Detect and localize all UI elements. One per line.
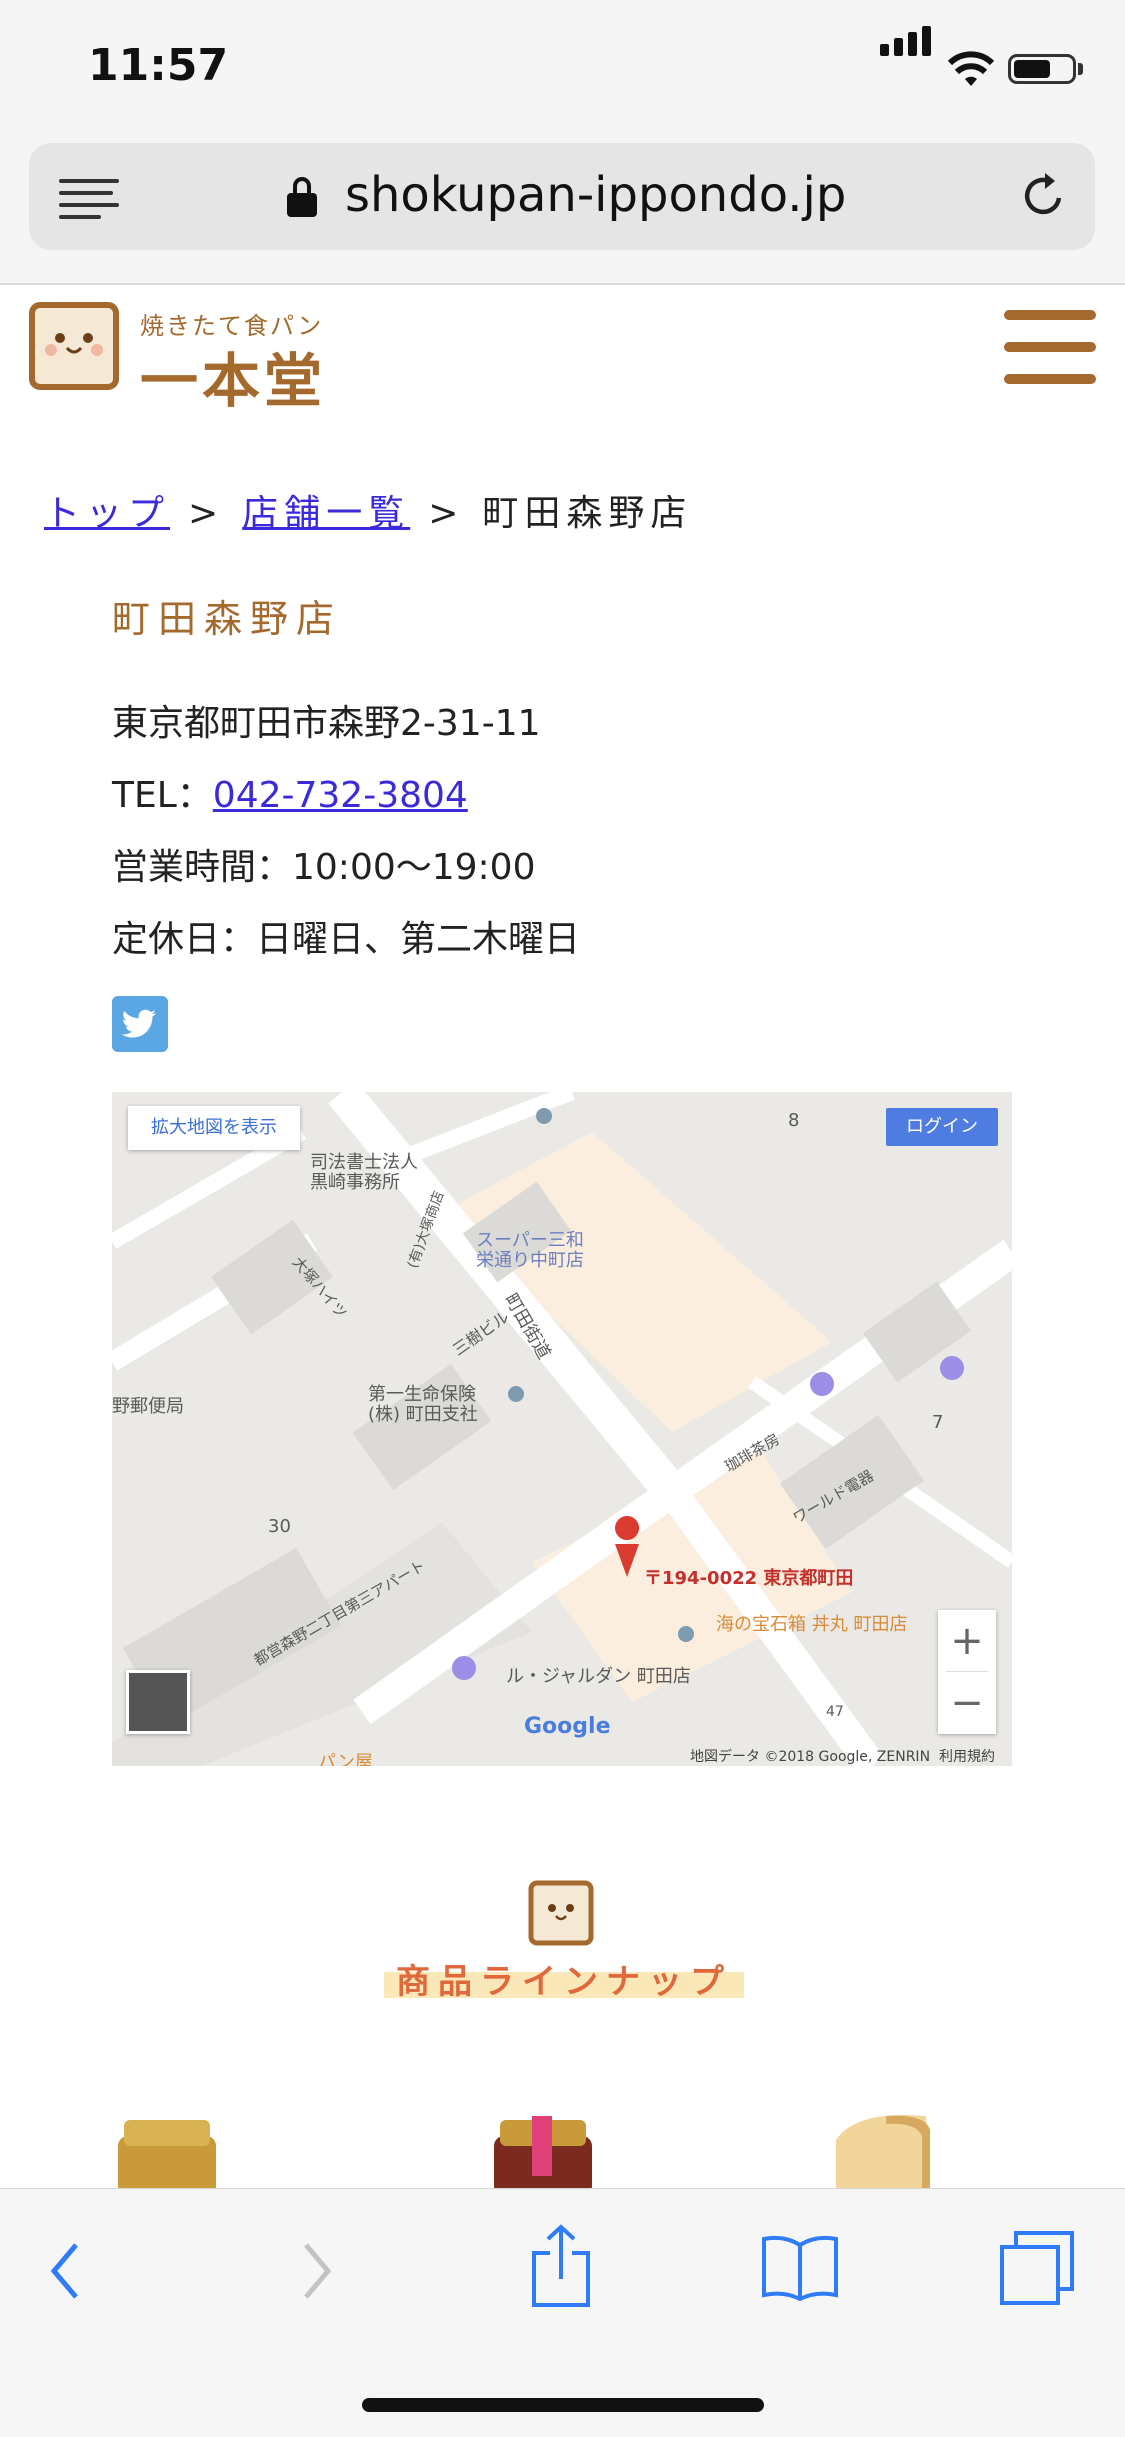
map-zoom-in-button[interactable]: + <box>938 1610 996 1672</box>
share-icon[interactable] <box>530 2223 592 2307</box>
map-zoom-out-button[interactable]: − <box>938 1672 996 1734</box>
map-label: 30 <box>268 1516 291 1537</box>
reload-icon[interactable] <box>1019 171 1069 221</box>
battery-icon <box>1008 54 1076 84</box>
tel-label: TEL： <box>112 775 213 816</box>
map-label: 47 <box>826 1704 844 1720</box>
breadcrumb-current: 町田森野店 <box>482 493 693 534</box>
lineup-title-text: 商品ラインナップ <box>396 1962 732 2002</box>
shop-title: 町田森野店 <box>112 597 343 641</box>
logo-icon[interactable] <box>29 302 119 390</box>
map-zoom-control: + − <box>938 1610 996 1734</box>
lock-icon <box>287 177 317 217</box>
map-label: パン屋 <box>318 1752 373 1766</box>
shop-address: 東京都町田市森野2-31-11 <box>112 703 541 744</box>
lineup-title: 商品ラインナップ <box>384 1954 744 2004</box>
status-bar: 11:57 <box>0 0 1125 140</box>
satellite-toggle[interactable] <box>126 1670 190 1734</box>
map-credit-text: 地図データ ©2018 Google, ZENRIN <box>690 1749 931 1765</box>
breadcrumb-separator: > <box>188 493 225 534</box>
address-bar[interactable]: shokupan-ippondo.jp <box>29 143 1095 250</box>
google-logo: Google <box>524 1714 611 1739</box>
product-image-bread[interactable] <box>826 2110 936 2190</box>
browser-address-area: shokupan-ippondo.jp <box>0 140 1125 285</box>
breadcrumb-separator: > <box>428 493 465 534</box>
map-label: 7 <box>932 1412 944 1433</box>
lineup-logo-icon <box>528 1880 594 1946</box>
tel-link[interactable]: 042-732-3804 <box>213 775 468 816</box>
breadcrumb-link-top[interactable]: トップ <box>44 493 170 534</box>
product-image-jam[interactable] <box>488 2110 598 2190</box>
map-label: 栄通り中町店 <box>476 1250 584 1271</box>
shop-closed-days: 定休日：日曜日、第二木曜日 <box>112 919 581 960</box>
logo-wordmark[interactable]: 一本堂 <box>140 334 326 418</box>
hamburger-menu-icon[interactable] <box>1004 310 1096 386</box>
reader-menu-icon[interactable] <box>59 179 119 227</box>
home-indicator[interactable] <box>362 2398 764 2412</box>
forward-icon[interactable] <box>296 2241 336 2301</box>
map-label: 8 <box>788 1110 800 1131</box>
status-time: 11:57 <box>88 40 229 91</box>
map-label: (株) 町田支社 <box>368 1404 478 1425</box>
bookmarks-icon[interactable] <box>760 2233 840 2303</box>
map-label: 海の宝石箱 丼丸 町田店 <box>716 1614 908 1635</box>
back-icon[interactable] <box>46 2241 86 2301</box>
twitter-icon[interactable] <box>112 996 168 1052</box>
shop-tel: TEL：042-732-3804 <box>112 766 468 818</box>
map-terms-link[interactable]: 利用規約 <box>939 1749 995 1765</box>
breadcrumb: トップ > 店舗一覧 > 町田森野店 <box>44 484 692 536</box>
url-text[interactable]: shokupan-ippondo.jp <box>345 167 846 223</box>
google-map[interactable]: 拡大地図を表示 ログイン 司法書士法人 黒崎事務所 スーパー三和 栄通り中町店 … <box>112 1092 1012 1766</box>
map-label: 〒194-0022 東京都町田 <box>644 1568 854 1589</box>
map-label: ル・ジャルダン 町田店 <box>506 1666 691 1687</box>
map-label: 野郵便局 <box>112 1396 184 1417</box>
product-image-honey[interactable] <box>112 2110 222 2190</box>
shop-hours: 営業時間：10:00〜19:00 <box>112 847 536 888</box>
map-label: 黒崎事務所 <box>310 1172 400 1193</box>
map-credit: 地図データ ©2018 Google, ZENRIN 利用規約 <box>690 1746 995 1766</box>
wifi-icon <box>948 51 994 86</box>
breadcrumb-link-store-list[interactable]: 店舗一覧 <box>242 493 410 534</box>
tabs-icon[interactable] <box>998 2229 1078 2309</box>
map-login-button[interactable]: ログイン <box>886 1108 998 1146</box>
map-enlarge-button[interactable]: 拡大地図を表示 <box>128 1106 300 1150</box>
